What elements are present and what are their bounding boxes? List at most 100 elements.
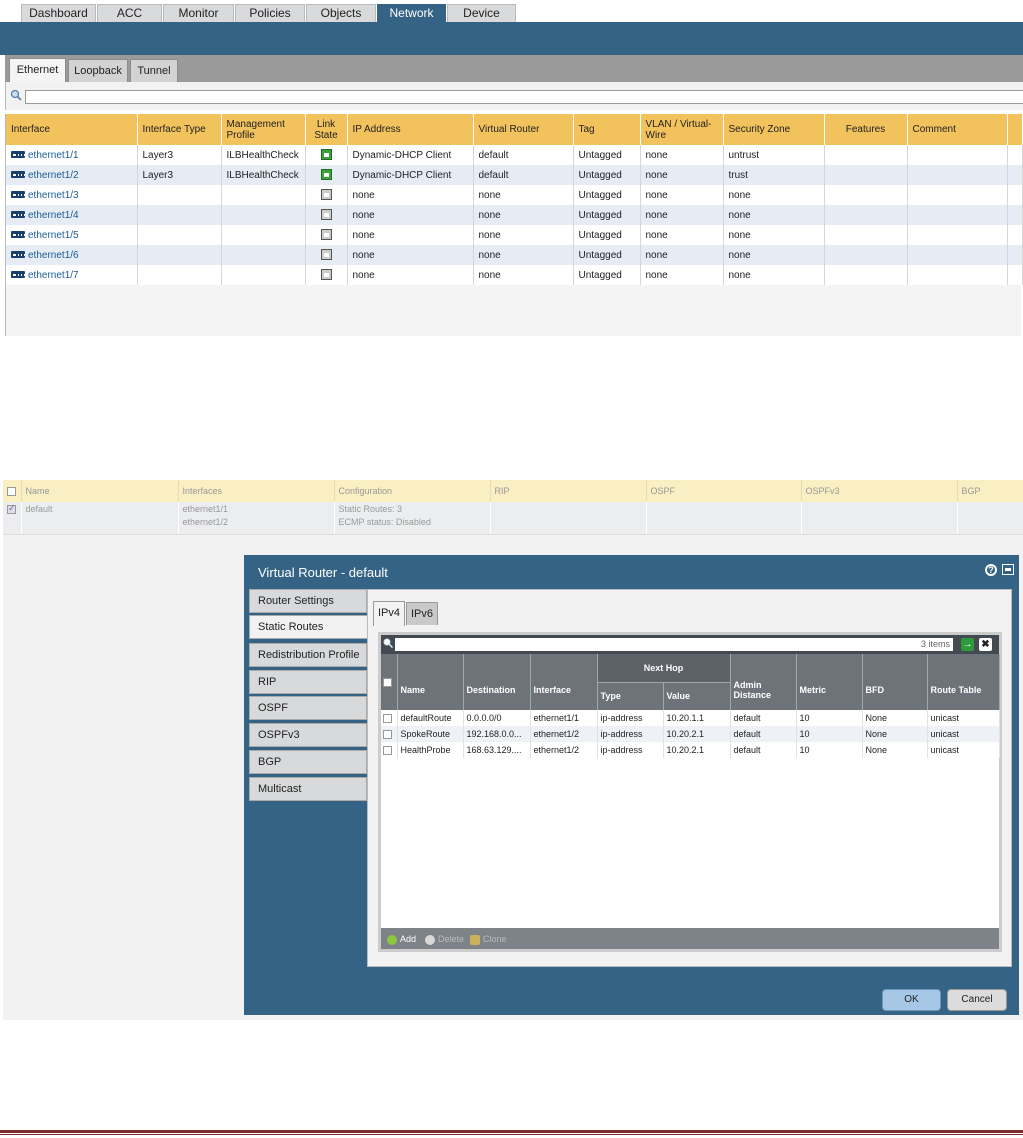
table-row[interactable]: ethernet1/6 none none Untagged none none	[6, 245, 1023, 265]
col-vr-ospf[interactable]: OSPF	[646, 480, 802, 502]
subtab-ethernet[interactable]: Ethernet	[9, 58, 66, 82]
col-link-state[interactable]: Link State	[305, 114, 348, 145]
tab-ipv6[interactable]: IPv6	[406, 602, 438, 625]
col-ip-address[interactable]: IP Address	[347, 114, 474, 145]
sidebar-item-rip[interactable]: RIP	[249, 670, 367, 694]
sidebar-item-router-settings[interactable]: Router Settings	[249, 589, 367, 613]
interface-cell[interactable]: ethernet1/1	[6, 145, 138, 165]
interface-cell[interactable]: ethernet1/6	[6, 245, 138, 265]
select-all-checkbox-cell[interactable]	[3, 480, 22, 502]
sidebar-item-ospf[interactable]: OSPF	[249, 696, 367, 720]
interface-link[interactable]: ethernet1/4	[28, 210, 79, 221]
tab-objects[interactable]: Objects	[306, 4, 376, 22]
sidebar-item-static-routes[interactable]: Static Routes	[249, 615, 372, 639]
row-checkbox-cell[interactable]	[381, 726, 398, 742]
tab-network[interactable]: Network	[377, 4, 446, 22]
col-vr-interfaces[interactable]: Interfaces	[178, 480, 335, 502]
col-destination[interactable]: Destination	[463, 654, 531, 710]
tab-device[interactable]: Device	[447, 4, 516, 22]
table-row[interactable]: defaultRoute 0.0.0.0/0 ethernet1/1 ip-addre…	[381, 710, 1000, 726]
tab-acc[interactable]: ACC	[97, 4, 162, 22]
interface-link[interactable]: ethernet1/2	[28, 170, 79, 181]
filter-input[interactable]	[25, 90, 1023, 104]
col-security-zone[interactable]: Security Zone	[723, 114, 825, 145]
select-all-checkbox[interactable]	[383, 678, 392, 688]
interface-link[interactable]: ethernet1/1	[28, 150, 79, 161]
row-checkbox[interactable]	[383, 730, 392, 740]
clear-filter-icon[interactable]: ✖	[979, 638, 992, 651]
row-checkbox-cell[interactable]	[3, 502, 22, 534]
col-route-name[interactable]: Name	[397, 654, 464, 710]
col-bfd[interactable]: BFD	[862, 654, 928, 710]
interface-link[interactable]: ethernet1/5	[28, 230, 79, 241]
interface-cell[interactable]: ethernet1/3	[6, 185, 138, 205]
interface-link[interactable]: ethernet1/6	[28, 250, 79, 261]
sidebar-item-bgp[interactable]: BGP	[249, 750, 367, 774]
tab-dashboard[interactable]: Dashboard	[21, 4, 96, 22]
sidebar-item-redistribution-profile[interactable]: Redistribution Profile	[249, 643, 367, 667]
col-vr-name[interactable]: Name	[21, 480, 179, 502]
tab-ipv4[interactable]: IPv4	[373, 601, 405, 626]
route-name[interactable]: SpokeRoute	[397, 726, 464, 742]
delete-button[interactable]: Delete	[425, 933, 464, 945]
col-vr-ospfv3[interactable]: OSPFv3	[801, 480, 958, 502]
col-features[interactable]: Features	[824, 114, 908, 145]
table-row[interactable]: ethernet1/5 none none Untagged none none	[6, 225, 1023, 245]
col-virtual-router[interactable]: Virtual Router	[473, 114, 574, 145]
tab-policies[interactable]: Policies	[235, 4, 305, 22]
tab-monitor[interactable]: Monitor	[163, 4, 234, 22]
interface-cell[interactable]: ethernet1/4	[6, 205, 138, 225]
col-interface[interactable]: Interface	[6, 114, 138, 145]
select-all-cell[interactable]	[381, 654, 398, 710]
ok-button[interactable]: OK	[882, 989, 941, 1011]
sidebar-item-ospfv3[interactable]: OSPFv3	[249, 723, 367, 747]
apply-filter-icon[interactable]: →	[961, 638, 974, 651]
add-button[interactable]: Add	[387, 933, 416, 945]
col-vr-bgp[interactable]: BGP	[957, 480, 1023, 502]
table-row[interactable]: ethernet1/2 Layer3 ILBHealthCheck Dynamic-D…	[6, 165, 1023, 185]
subtab-loopback[interactable]: Loopback	[68, 59, 128, 82]
col-metric[interactable]: Metric	[796, 654, 863, 710]
cancel-button[interactable]: Cancel	[947, 989, 1007, 1011]
row-checkbox[interactable]	[383, 714, 392, 724]
ip-address[interactable]: Dynamic-DHCP Client	[347, 145, 474, 165]
sidebar-item-multicast[interactable]: Multicast	[249, 777, 367, 801]
col-admin-distance[interactable]: Admin Distance	[730, 654, 797, 710]
col-route-interface[interactable]: Interface	[530, 654, 598, 710]
col-vr-configuration[interactable]: Configuration	[334, 480, 491, 502]
col-next-hop-value[interactable]: Value	[663, 682, 731, 710]
table-row[interactable]: ethernet1/7 none none Untagged none none	[6, 265, 1023, 285]
col-management-profile[interactable]: Management Profile	[221, 114, 306, 145]
table-row[interactable]: ethernet1/4 none none Untagged none none	[6, 205, 1023, 225]
table-row[interactable]: SpokeRoute 192.168.0.0... ethernet1/2 ip-ad…	[381, 726, 1000, 742]
route-name[interactable]: defaultRoute	[397, 710, 464, 726]
select-all-checkbox[interactable]	[7, 487, 16, 497]
interface-link[interactable]: ethernet1/3	[28, 190, 79, 201]
subtab-tunnel[interactable]: Tunnel	[130, 59, 178, 82]
col-tag[interactable]: Tag	[573, 114, 641, 145]
interface-cell[interactable]: ethernet1/2	[6, 165, 138, 185]
maximize-icon[interactable]	[1002, 564, 1014, 575]
help-icon[interactable]: ?	[985, 564, 997, 576]
col-vr-rip[interactable]: RIP	[490, 480, 647, 502]
col-comment[interactable]: Comment	[907, 114, 1008, 145]
row-checkbox[interactable]	[383, 746, 392, 756]
interface-link[interactable]: ethernet1/7	[28, 270, 79, 281]
ip-address[interactable]: Dynamic-DHCP Client	[347, 165, 474, 185]
col-interface-type[interactable]: Interface Type	[137, 114, 222, 145]
col-route-table[interactable]: Route Table	[927, 654, 1000, 710]
clone-button[interactable]: Clone	[470, 933, 507, 945]
row-checkbox[interactable]	[7, 502, 16, 515]
interface-cell[interactable]: ethernet1/5	[6, 225, 138, 245]
vr-name[interactable]: default	[21, 502, 179, 534]
table-row[interactable]: ethernet1/1 Layer3 ILBHealthCheck Dynamic-D…	[6, 145, 1023, 165]
table-row[interactable]: ethernet1/3 none none Untagged none none	[6, 185, 1023, 205]
col-vlan[interactable]: VLAN / Virtual-Wire	[640, 114, 724, 145]
row-checkbox-cell[interactable]	[381, 742, 398, 758]
route-name[interactable]: HealthProbe	[397, 742, 464, 758]
col-next-hop-type[interactable]: Type	[597, 682, 664, 710]
routes-filter-input[interactable]: 3 items	[395, 638, 953, 651]
interface-cell[interactable]: ethernet1/7	[6, 265, 138, 285]
row-checkbox-cell[interactable]	[381, 710, 398, 726]
table-row[interactable]: HealthProbe 168.63.129.... ethernet1/2 ip-a…	[381, 742, 1000, 758]
